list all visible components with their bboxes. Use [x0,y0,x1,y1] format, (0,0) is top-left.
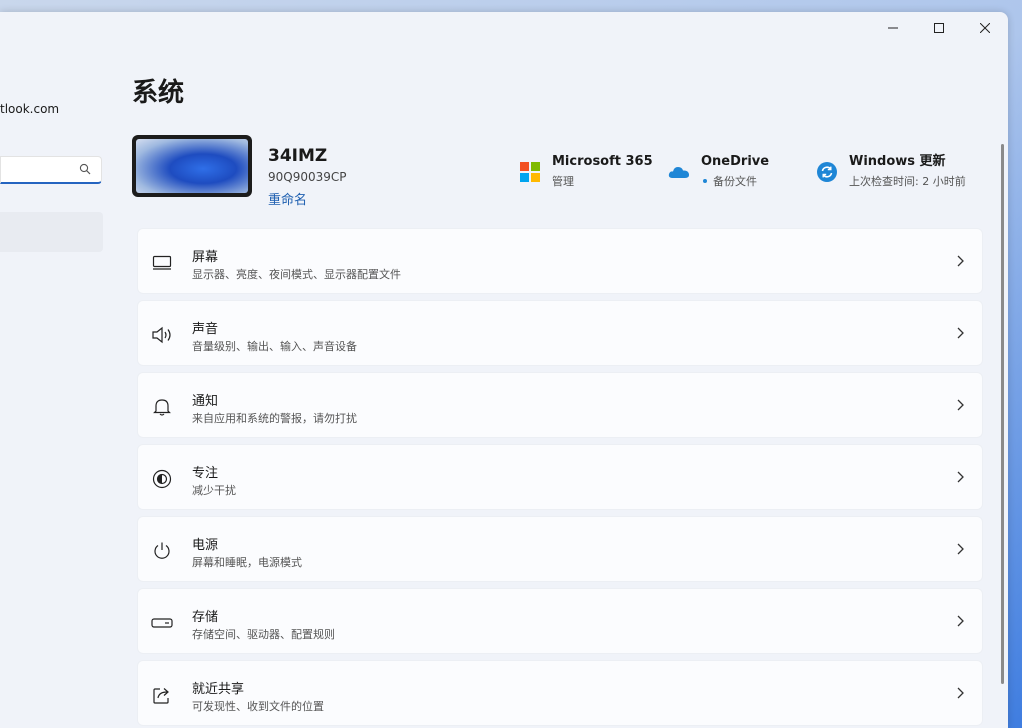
onedrive-icon [667,160,691,184]
device-thumbnail [132,135,252,197]
quick-link-windows-update[interactable]: Windows 更新 上次检查时间: 2 小时前 [815,153,966,193]
quick-link-microsoft-365[interactable]: Microsoft 365 管理 [518,153,653,193]
setting-title: 存储 [192,610,219,625]
device-name: 34IMZ [268,146,328,166]
sidebar-item-system[interactable] [0,212,103,252]
device-model: 90Q90039CP [268,170,347,184]
page-title: 系统 [132,78,185,108]
quick-link-subtitle: 备份文件 [713,175,757,188]
storage-icon [150,611,174,635]
maximize-button[interactable] [916,12,962,44]
setting-row-nearby-sharing[interactable]: 就近共享 可发现性、收到文件的位置 [137,660,983,726]
chevron-right-icon [957,399,964,411]
minimize-icon [888,27,898,29]
search-input[interactable] [5,161,79,177]
setting-title: 专注 [192,466,219,481]
setting-subtitle: 减少干扰 [192,484,236,497]
setting-subtitle: 屏幕和睡眠，电源模式 [192,556,302,569]
rename-link[interactable]: 重命名 [268,189,307,208]
setting-row-storage[interactable]: 存储 存储空间、驱动器、配置规则 [137,588,983,654]
maximize-icon [934,23,944,33]
settings-search-box[interactable] [0,156,102,184]
setting-title: 屏幕 [192,250,219,265]
windows-update-icon [815,160,839,184]
setting-row-sound[interactable]: 声音 音量级别、输出、输入、声音设备 [137,300,983,366]
setting-subtitle: 显示器、亮度、夜间模式、显示器配置文件 [192,268,401,281]
quick-link-subtitle: 上次检查时间: 2 小时前 [849,175,966,188]
account-email: tlook.com [0,102,60,116]
setting-title: 电源 [192,538,219,553]
chevron-right-icon [957,543,964,555]
wallpaper-preview [136,139,248,193]
setting-row-power[interactable]: 电源 屏幕和睡眠，电源模式 [137,516,983,582]
microsoft-365-icon [518,160,542,184]
share-icon [150,683,174,707]
chevron-right-icon [957,687,964,699]
quick-link-subtitle: 管理 [552,175,574,188]
setting-row-notifications[interactable]: 通知 来自应用和系统的警报，请勿打扰 [137,372,983,438]
minimize-button[interactable] [870,12,916,44]
speaker-icon [150,323,174,347]
chevron-right-icon [957,327,964,339]
display-icon [150,251,174,275]
quick-link-onedrive[interactable]: OneDrive 备份文件 [667,153,769,193]
settings-window: tlook.com 系统 34IMZ 90Q90039CP 重命名 Micros… [0,12,1008,728]
setting-title: 通知 [192,394,219,409]
bell-icon [150,395,174,419]
settings-list: 屏幕 显示器、亮度、夜间模式、显示器配置文件 声音 音量级别、输出、输入、声音设… [137,228,983,728]
quick-link-title: Microsoft 365 [552,154,653,169]
setting-row-display[interactable]: 屏幕 显示器、亮度、夜间模式、显示器配置文件 [137,228,983,294]
close-button[interactable] [962,12,1008,44]
quick-link-title: OneDrive [701,154,770,169]
scrollbar[interactable] [1001,144,1004,684]
chevron-right-icon [957,255,964,267]
setting-title: 声音 [192,322,219,337]
caption-buttons [870,12,1008,44]
setting-subtitle: 音量级别、输出、输入、声音设备 [192,340,357,353]
setting-title: 就近共享 [192,682,245,697]
search-icon [79,163,91,175]
close-icon [980,23,990,33]
setting-subtitle: 来自应用和系统的警报，请勿打扰 [192,412,357,425]
status-dot [703,179,707,183]
setting-row-focus[interactable]: 专注 减少干扰 [137,444,983,510]
setting-subtitle: 可发现性、收到文件的位置 [192,700,324,713]
power-icon [150,539,174,563]
chevron-right-icon [957,471,964,483]
chevron-right-icon [957,615,964,627]
quick-link-title: Windows 更新 [849,154,946,169]
focus-icon [150,467,174,491]
setting-subtitle: 存储空间、驱动器、配置规则 [192,628,335,641]
